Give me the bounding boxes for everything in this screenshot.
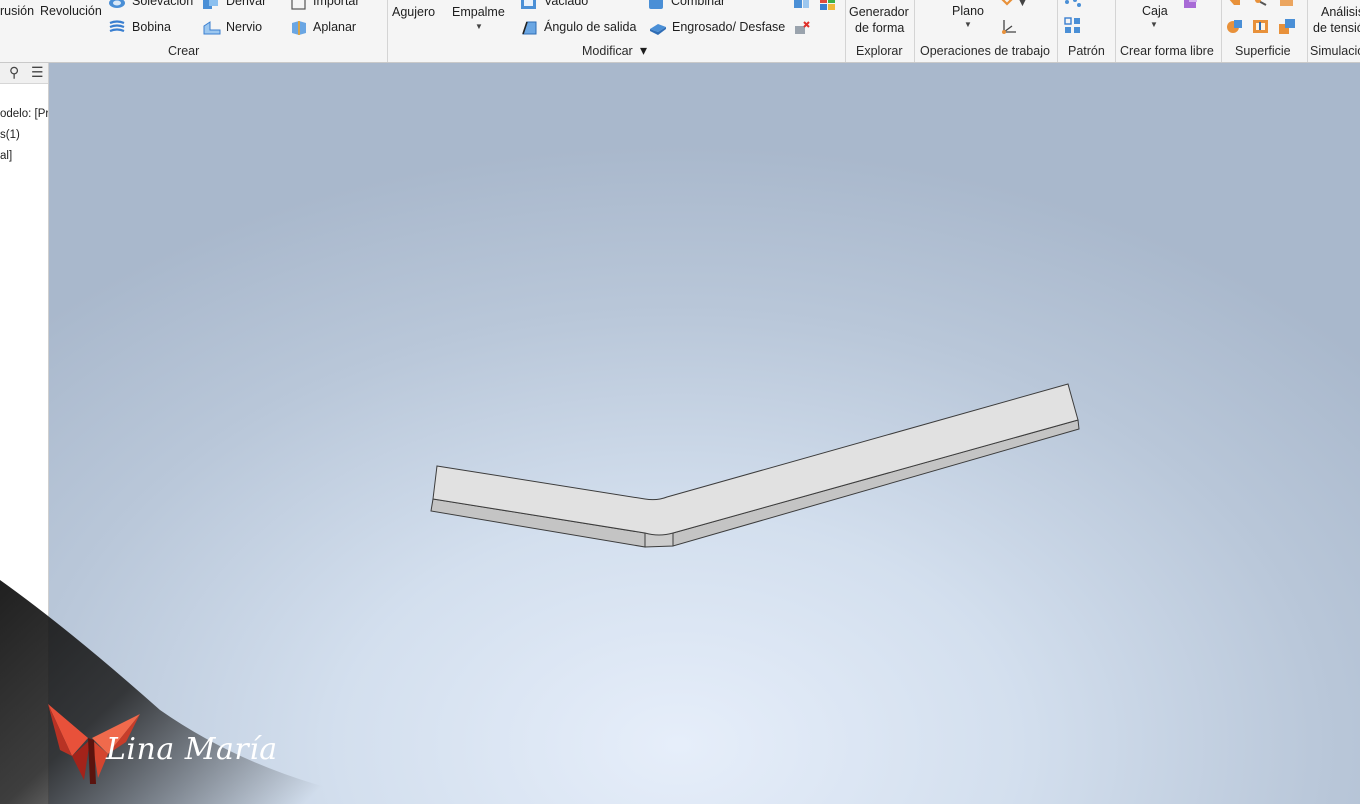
browser-tree-item[interactable]: s(1) [0, 129, 20, 141]
shell-icon [521, 0, 536, 9]
search-icon[interactable]: ⚲ [9, 64, 19, 81]
aplanar-label: Aplanar [313, 20, 357, 34]
ucs-icon[interactable] [999, 18, 1019, 36]
model-browser-panel: ⚲ ☰ odelo: [Pri s(1) al] [0, 63, 49, 804]
browser-tree-item[interactable]: odelo: [Pri [0, 108, 48, 120]
group-explorar: Generador de forma Explorar [846, 0, 914, 62]
combinar-label: Combinar [671, 0, 726, 8]
surface-stitch-icon[interactable] [1226, 18, 1244, 36]
group-label-crear: Crear [168, 44, 200, 58]
rib-icon [203, 21, 221, 35]
combine-icon [649, 0, 663, 9]
thicken-icon [650, 24, 666, 35]
group-label-patron: Patrón [1068, 44, 1105, 58]
unwrap-icon [292, 21, 306, 35]
rectangular-pattern-icon[interactable] [1064, 17, 1082, 35]
bent-bar-part[interactable] [49, 63, 1360, 804]
bobina-label: Bobina [132, 20, 171, 34]
modificar-dropdown-icon[interactable]: ▾ [640, 42, 647, 59]
group-simulacion: Análisis de tensió Simulació [1308, 0, 1360, 62]
engrosado-desfase-label: Engrosado/ Desfase [672, 20, 786, 34]
surface-sculpt-icon[interactable] [1252, 18, 1270, 36]
model-browser-toolbar: ⚲ ☰ [0, 63, 48, 84]
importar-label: Importar [313, 0, 360, 8]
plano-dropdown-icon[interactable]: ▼ [964, 20, 972, 29]
group-label-superficie: Superficie [1235, 44, 1291, 58]
group-label-simulacion: Simulació [1310, 44, 1360, 58]
delete-face-icon[interactable] [793, 20, 811, 36]
group-patron: Patrón [1058, 0, 1114, 62]
empalme-dropdown-icon[interactable]: ▼ [475, 22, 483, 31]
svg-text:▼: ▼ [1019, 0, 1026, 8]
group-crear: rusión Revolución Solevación Derivar Imp… [0, 0, 386, 62]
generador-forma-button-line2[interactable]: de forma [855, 21, 904, 35]
group-label-explorar: Explorar [856, 44, 903, 58]
group-label-crear-forma-libre: Crear forma libre [1120, 44, 1214, 58]
analisis-tension-button-line2[interactable]: de tensió [1313, 21, 1360, 35]
watermark-signature: Lina María [106, 732, 278, 767]
vaciado-label: Vaciado [544, 0, 589, 8]
agujero-button[interactable]: Agujero [392, 5, 435, 19]
menu-icon[interactable]: ☰ [31, 64, 44, 81]
derivar-label: Derivar [226, 0, 267, 8]
nervio-label: Nervio [226, 20, 263, 34]
group-label-operaciones-trabajo: Operaciones de trabajo [920, 44, 1050, 58]
group-operaciones-trabajo: Plano ▼ ▼ Operaciones de trabajo [915, 0, 1057, 62]
group-superficie: Superficie [1222, 0, 1306, 62]
import-icon [291, 0, 306, 10]
solevacion-label: Solevación [132, 0, 194, 8]
analisis-tension-button-line1[interactable]: Análisis [1321, 5, 1360, 19]
surface-extend-icon[interactable] [1278, 0, 1296, 8]
work-point-icon[interactable]: ▼ [999, 0, 1029, 8]
surface-patch-icon[interactable] [1226, 0, 1244, 8]
freeform-icon[interactable] [1182, 0, 1200, 10]
revolucion-button[interactable]: Revolución [40, 4, 102, 18]
appearance-icon[interactable] [819, 0, 837, 10]
surface-trim-icon[interactable] [1252, 0, 1270, 8]
group-modificar: Agujero Empalme ▼ Vaciado Combinar Ángul… [388, 0, 844, 62]
group-label-modificar[interactable]: Modificar [582, 44, 633, 58]
group-crear-forma-libre: Caja ▼ Crear forma libre [1116, 0, 1220, 62]
graphics-viewport[interactable] [49, 63, 1360, 804]
extrusion-button[interactable]: rusión [0, 4, 34, 18]
angulo-salida-label: Ángulo de salida [544, 20, 637, 34]
plano-button[interactable]: Plano [952, 4, 984, 18]
derive-icon [203, 0, 218, 9]
loft-icon [109, 0, 125, 8]
caja-button[interactable]: Caja [1142, 4, 1168, 18]
empalme-button[interactable]: Empalme [452, 5, 505, 19]
generador-forma-button-line1[interactable]: Generador [849, 5, 909, 19]
coil-icon [109, 20, 125, 33]
surface-replace-icon[interactable] [1278, 18, 1296, 36]
caja-dropdown-icon[interactable]: ▼ [1150, 20, 1158, 29]
browser-tree-item[interactable]: al] [0, 150, 12, 162]
draft-icon [522, 21, 537, 35]
circular-pattern-icon[interactable] [1064, 0, 1082, 8]
ribbon: rusión Revolución Solevación Derivar Imp… [0, 0, 1360, 63]
split-icon[interactable] [793, 0, 811, 10]
